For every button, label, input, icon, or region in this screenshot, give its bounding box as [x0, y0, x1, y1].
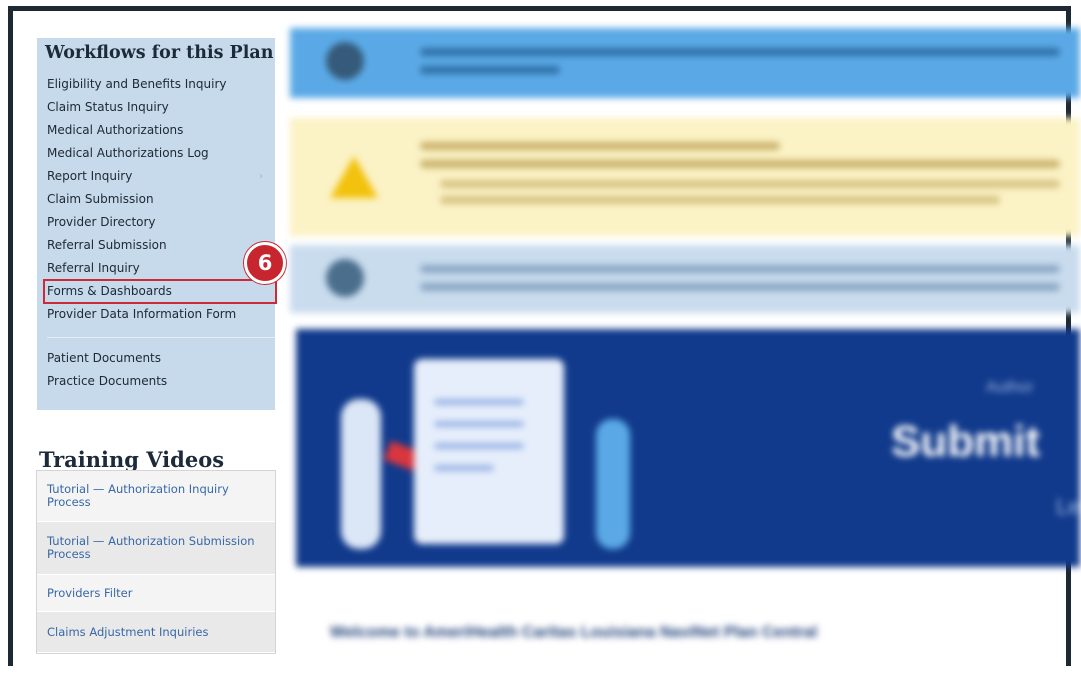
workflow-claim-submission[interactable]: Claim Submission	[47, 188, 271, 211]
banner-text-line	[440, 196, 1000, 204]
training-video-authorization-inquiry[interactable]: Tutorial — Authorization Inquiry Process	[37, 471, 275, 522]
workflows-title: Workflows for this Plan	[45, 43, 274, 63]
workflow-report-inquiry[interactable]: Report Inquiry ›	[47, 165, 271, 188]
banner-text-line	[440, 180, 1060, 188]
hero-banner[interactable]: Author Submit Le	[296, 329, 1080, 567]
workflow-medical-authorizations-log[interactable]: Medical Authorizations Log	[47, 142, 271, 165]
maintenance-alert-banner	[290, 28, 1080, 98]
workflows-list: Eligibility and Benefits Inquiry Claim S…	[43, 73, 277, 393]
illustration-person-2	[596, 419, 630, 549]
workflow-medical-authorizations[interactable]: Medical Authorizations	[47, 119, 271, 142]
illustration-person	[341, 399, 381, 549]
banner-text-line	[420, 142, 780, 150]
workflow-provider-data-information-form[interactable]: Provider Data Information Form	[47, 303, 271, 326]
sidebar-divider	[47, 337, 275, 338]
main-content-blurred: Author Submit Le Welcome to AmeriHealth …	[290, 28, 1081, 678]
chevron-right-icon: ›	[259, 171, 263, 182]
banner-text-line	[420, 265, 1060, 273]
training-videos-title: Training Videos	[39, 447, 225, 472]
clipboard-line	[434, 443, 524, 449]
warning-icon	[330, 156, 378, 198]
banner-text-line	[420, 283, 1060, 291]
gear-icon	[326, 259, 364, 297]
banner-text-line	[420, 48, 1060, 56]
workflow-eligibility-benefits-inquiry[interactable]: Eligibility and Benefits Inquiry	[47, 73, 271, 96]
hero-subheading: Author	[986, 379, 1034, 396]
hero-heading: Submit	[891, 417, 1041, 466]
workflow-referral-inquiry[interactable]: Referral Inquiry	[47, 257, 271, 280]
clipboard-illustration	[414, 359, 564, 544]
training-video-authorization-submission[interactable]: Tutorial — Authorization Submission Proc…	[37, 522, 275, 575]
training-video-claims-adjustment-inquiries[interactable]: Claims Adjustment Inquiries	[37, 612, 275, 653]
workflow-provider-directory[interactable]: Provider Directory	[47, 211, 271, 234]
patient-documents-link[interactable]: Patient Documents	[47, 347, 271, 370]
workflow-referral-submission[interactable]: Referral Submission	[47, 234, 271, 257]
workflows-panel: Workflows for this Plan Eligibility and …	[37, 38, 277, 410]
clipboard-line	[434, 421, 524, 427]
hero-caption: Le	[1056, 494, 1081, 519]
step-number-badge: 6	[244, 242, 286, 284]
workflow-forms-dashboards[interactable]: Forms & Dashboards	[43, 279, 277, 304]
banner-text-line	[420, 66, 560, 74]
training-videos-list: Tutorial — Authorization Inquiry Process…	[36, 470, 276, 654]
training-video-providers-filter[interactable]: Providers Filter	[37, 575, 275, 612]
gear-icon	[326, 42, 364, 80]
warning-banner	[290, 118, 1080, 236]
clipboard-line	[434, 465, 494, 471]
practice-documents-link[interactable]: Practice Documents	[47, 370, 271, 393]
info-banner	[290, 245, 1080, 313]
clipboard-line	[434, 399, 524, 405]
banner-text-line	[420, 160, 1060, 168]
workflow-claim-status-inquiry[interactable]: Claim Status Inquiry	[47, 96, 271, 119]
welcome-heading: Welcome to AmeriHealth Caritas Louisiana…	[330, 624, 818, 641]
workflow-report-inquiry-label: Report Inquiry	[47, 169, 133, 183]
